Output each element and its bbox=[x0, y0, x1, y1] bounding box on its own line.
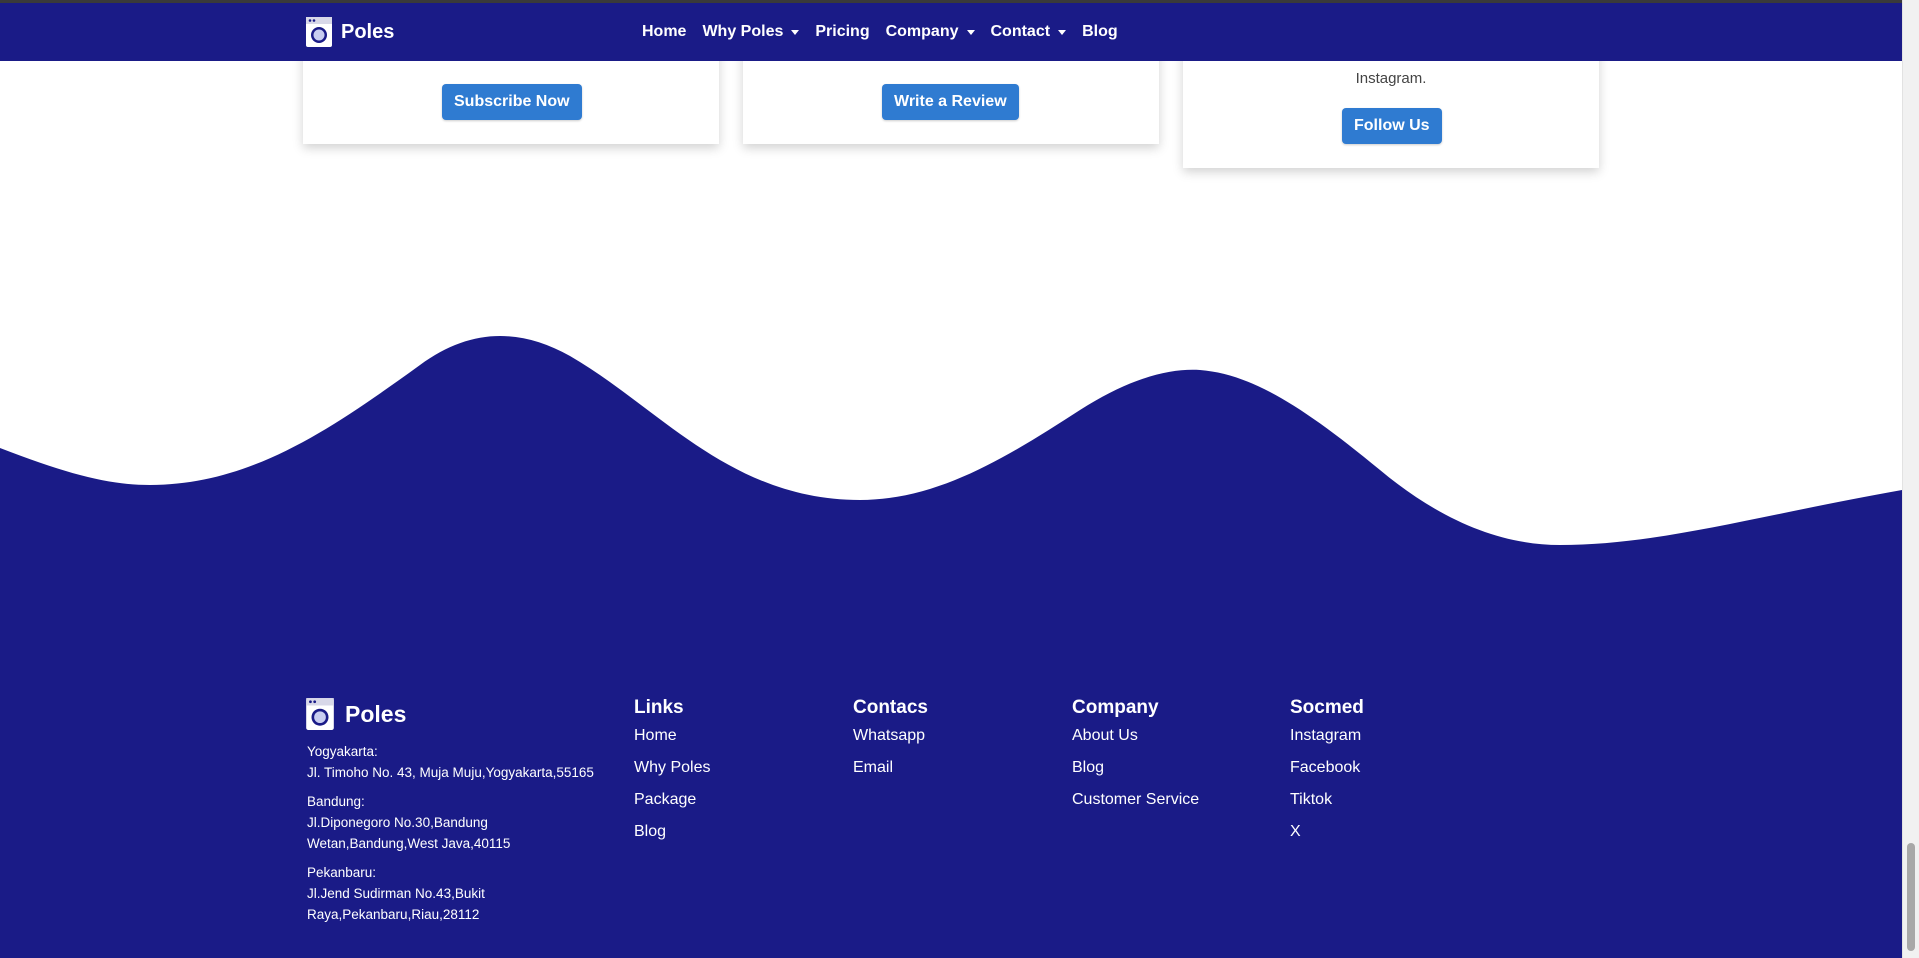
address-bandung: Bandung: Jl.Diponegoro No.30,Bandung Wet… bbox=[307, 791, 510, 854]
washing-machine-icon bbox=[306, 698, 334, 730]
write-review-button[interactable]: Write a Review bbox=[882, 84, 1019, 120]
address-pekanbaru: Pekanbaru: Jl.Jend Sudirman No.43,Bukit … bbox=[307, 862, 485, 925]
nav-item-blog[interactable]: Blog bbox=[1074, 23, 1126, 41]
brand-link[interactable]: Poles bbox=[305, 16, 394, 48]
footer-link-about-us[interactable]: About Us bbox=[1072, 727, 1138, 744]
footer-link-whatsapp[interactable]: Whatsapp bbox=[853, 727, 925, 744]
address-line: Wetan,Bandung,West Java,40115 bbox=[307, 836, 511, 851]
nav-label: Home bbox=[642, 23, 687, 40]
footer-link-x[interactable]: X bbox=[1290, 823, 1301, 840]
nav-label: Pricing bbox=[815, 23, 870, 40]
caret-down-icon bbox=[1058, 29, 1067, 35]
footer-col-contacs: Contacs Whatsapp Email bbox=[853, 697, 928, 791]
footer-col-company: Company About Us Blog Customer Service bbox=[1072, 697, 1199, 823]
footer-brand-name: Poles bbox=[345, 700, 407, 727]
nav-label: Blog bbox=[1082, 23, 1118, 40]
footer-link-instagram[interactable]: Instagram bbox=[1290, 727, 1361, 744]
nav-item-pricing[interactable]: Pricing bbox=[807, 23, 877, 41]
follow-card-text: Instagram. bbox=[1355, 70, 1427, 87]
footer-link-tiktok[interactable]: Tiktok bbox=[1290, 791, 1332, 808]
page: Poles Home Why Poles Pricing Company Con… bbox=[0, 0, 1902, 958]
follow-us-button[interactable]: Follow Us bbox=[1342, 108, 1442, 144]
footer-col-title: Socmed bbox=[1290, 697, 1364, 718]
nav-item-why-poles[interactable]: Why Poles bbox=[694, 23, 807, 41]
footer-wave bbox=[0, 336, 1902, 958]
footer-link-why-poles[interactable]: Why Poles bbox=[634, 759, 710, 776]
address-line: Raya,Pekanbaru,Riau,28112 bbox=[307, 907, 480, 922]
subscribe-now-button[interactable]: Subscribe Now bbox=[442, 84, 582, 120]
address-line: Jl. Timoho No. 43, Muja Muju,Yogyakarta,… bbox=[307, 765, 594, 780]
address-line: Jl.Jend Sudirman No.43,Bukit bbox=[307, 886, 485, 901]
footer-link-customer-service[interactable]: Customer Service bbox=[1072, 791, 1199, 808]
footer-col-title: Company bbox=[1072, 697, 1159, 718]
top-navbar: Poles Home Why Poles Pricing Company Con… bbox=[0, 0, 1902, 61]
footer-brand: Poles bbox=[305, 697, 406, 731]
address-line: Jl.Diponegoro No.30,Bandung bbox=[307, 815, 488, 830]
footer-col-links: Links Home Why Poles Package Blog bbox=[634, 697, 710, 855]
nav-item-company[interactable]: Company bbox=[878, 23, 983, 41]
footer-link-facebook[interactable]: Facebook bbox=[1290, 759, 1360, 776]
footer-link-blog[interactable]: Blog bbox=[1072, 759, 1104, 776]
caret-down-icon bbox=[791, 29, 800, 35]
footer-col-title: Links bbox=[634, 697, 684, 718]
footer-link-email[interactable]: Email bbox=[853, 759, 893, 776]
washing-machine-icon bbox=[306, 17, 332, 47]
nav-label: Company bbox=[885, 23, 959, 40]
address-city: Bandung: bbox=[307, 794, 365, 809]
vertical-scrollbar[interactable] bbox=[1902, 0, 1919, 958]
nav-item-home[interactable]: Home bbox=[634, 23, 694, 41]
footer-col-socmed: Socmed Instagram Facebook Tiktok X bbox=[1290, 697, 1364, 855]
brand-name: Poles bbox=[341, 20, 395, 43]
caret-down-icon bbox=[966, 29, 975, 35]
nav-label: Contact bbox=[990, 23, 1051, 40]
footer-col-title: Contacs bbox=[853, 697, 928, 718]
nav-item-contact[interactable]: Contact bbox=[983, 23, 1075, 41]
footer-link-package[interactable]: Package bbox=[634, 791, 696, 808]
scrollbar-thumb[interactable] bbox=[1907, 843, 1915, 951]
nav-label: Why Poles bbox=[702, 23, 784, 40]
address-yogyakarta: Yogyakarta: Jl. Timoho No. 43, Muja Muju… bbox=[307, 741, 594, 783]
address-city: Pekanbaru: bbox=[307, 865, 377, 880]
address-city: Yogyakarta: bbox=[307, 744, 378, 759]
nav-menu: Home Why Poles Pricing Company Contact B… bbox=[634, 3, 1126, 61]
footer-link-blog[interactable]: Blog bbox=[634, 823, 666, 840]
footer-link-home[interactable]: Home bbox=[634, 727, 677, 744]
